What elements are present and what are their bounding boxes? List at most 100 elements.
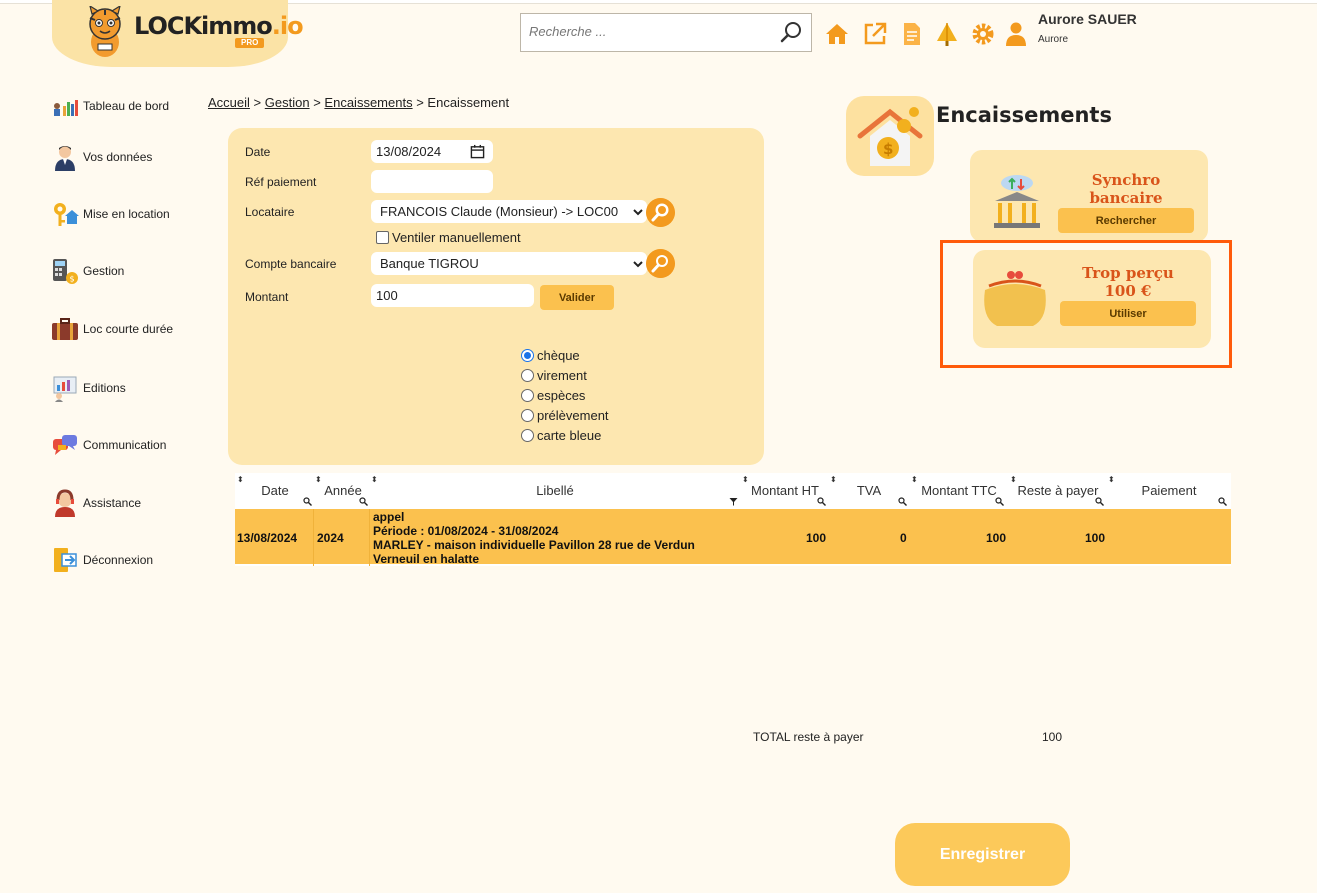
sidebar-item-label: Tableau de bord: [83, 99, 170, 113]
sort-icon[interactable]: ⬍: [830, 475, 837, 484]
montant-field[interactable]: 100: [371, 284, 534, 307]
table-row[interactable]: 13/08/2024 2024 appel Période : 01/08/20…: [235, 509, 1231, 566]
sidebar-item-label: Editions: [83, 381, 126, 395]
column-header-montant-ht[interactable]: Montant HT: [745, 483, 825, 498]
home-icon[interactable]: [824, 21, 850, 47]
user-firstname: Aurore: [1038, 34, 1069, 45]
calendar-icon[interactable]: [470, 144, 485, 159]
column-header-date[interactable]: Date: [255, 483, 295, 498]
user-name[interactable]: Aurore SAUER: [1038, 11, 1137, 27]
date-field[interactable]: 13/08/2024: [371, 140, 493, 163]
column-divider: [313, 509, 314, 566]
valider-button[interactable]: Valider: [540, 285, 614, 310]
radio-carte-bleue[interactable]: [521, 429, 534, 442]
page-title: Encaissements: [936, 103, 1112, 127]
synchro-bancaire-title: Synchro bancaire: [1080, 171, 1172, 207]
document-icon[interactable]: [899, 21, 925, 47]
ventiler-label: Ventiler manuellement: [392, 230, 521, 245]
payment-option-prelevement[interactable]: prélèvement: [521, 408, 609, 423]
payment-option-virement[interactable]: virement: [521, 368, 587, 383]
sidebar-item-loc-courte-duree[interactable]: Loc courte durée: [51, 315, 173, 343]
chat-icon: [53, 435, 77, 455]
rechercher-button[interactable]: Rechercher: [1058, 208, 1194, 233]
filter-search-icon[interactable]: [817, 497, 826, 506]
logout-icon: [54, 548, 77, 572]
cell-montant-ttc: 100: [986, 531, 1007, 545]
sidebar-item-deconnexion[interactable]: Déconnexion: [51, 546, 153, 574]
filter-search-icon[interactable]: [1095, 497, 1104, 506]
montant-label: Montant: [245, 290, 289, 304]
libelle-line: Période : 01/08/2024 - 31/08/2024: [373, 524, 559, 538]
search-input[interactable]: [529, 24, 769, 39]
support-icon: [55, 489, 75, 517]
radio-especes[interactable]: [521, 389, 534, 402]
sidebar-item-assistance[interactable]: Assistance: [51, 489, 141, 517]
ref-paiement-label: Réf paiement: [245, 175, 317, 189]
ventiler-checkbox[interactable]: [376, 231, 389, 244]
column-header-paiement[interactable]: Paiement: [1131, 483, 1207, 498]
sidebar-item-label: Gestion: [83, 264, 125, 278]
sidebar-item-communication[interactable]: Communication: [51, 431, 166, 459]
suitcase-icon: [52, 318, 78, 340]
chevron-down-icon: [633, 261, 643, 268]
sidebar-item-mise-en-location[interactable]: Mise en location: [51, 200, 170, 228]
breadcrumb-gestion[interactable]: Gestion: [265, 95, 310, 110]
ventiler-manuellement[interactable]: Ventiler manuellement: [376, 230, 521, 245]
cell-date: 13/08/2024: [237, 531, 298, 545]
payment-option-carte-bleue[interactable]: carte bleue: [521, 428, 601, 443]
filter-search-icon[interactable]: [303, 497, 312, 506]
sidebar-item-vos-donnees[interactable]: Vos données: [51, 143, 152, 171]
enregistrer-button[interactable]: Enregistrer: [895, 823, 1070, 886]
tree-icon[interactable]: [934, 21, 960, 47]
compte-bancaire-select[interactable]: Banque TIGROU: [371, 252, 647, 275]
radio-prelevement[interactable]: [521, 409, 534, 422]
filter-search-icon[interactable]: [1218, 497, 1227, 506]
sort-icon[interactable]: ⬍: [1108, 475, 1115, 484]
sidebar-item-editions[interactable]: Editions: [51, 374, 126, 402]
filter-search-icon[interactable]: [359, 497, 368, 506]
sidebar-item-gestion[interactable]: $ Gestion: [51, 257, 124, 285]
filter-search-icon[interactable]: [995, 497, 1004, 506]
breadcrumb-separator: >: [313, 95, 321, 110]
libelle-line: MARLEY - maison individuelle Pavillon 28…: [373, 538, 695, 552]
synchro-title-line2: bancaire: [1089, 189, 1163, 207]
sort-icon[interactable]: ⬍: [371, 475, 378, 484]
filter-active-icon[interactable]: [729, 497, 738, 506]
column-header-annee[interactable]: Année: [321, 483, 365, 498]
payment-option-especes[interactable]: espèces: [521, 388, 585, 403]
user-icon[interactable]: [1003, 21, 1029, 47]
compte-search-icon[interactable]: [646, 249, 675, 278]
breadcrumb-encaissements[interactable]: Encaissements: [324, 95, 412, 110]
sidebar-item-label: Communication: [83, 438, 167, 452]
svg-text:$: $: [883, 140, 893, 158]
column-header-montant-ttc[interactable]: Montant TTC: [915, 483, 1003, 498]
payment-option-label: espèces: [537, 388, 586, 403]
ref-paiement-field[interactable]: [371, 170, 493, 193]
radio-virement[interactable]: [521, 369, 534, 382]
breadcrumb-separator: >: [416, 95, 424, 110]
external-link-icon[interactable]: [862, 21, 888, 47]
radio-cheque[interactable]: [521, 349, 534, 362]
payment-option-cheque[interactable]: chèque: [521, 348, 580, 363]
search-box: [520, 13, 812, 52]
sidebar-item-label: Loc courte durée: [83, 322, 174, 336]
libelle-line: appel: [373, 510, 405, 524]
sidebar-item-tableau-de-bord[interactable]: Tableau de bord: [51, 92, 169, 120]
column-header-libelle[interactable]: Libellé: [515, 483, 595, 498]
encaissements-icon-box: $: [846, 96, 934, 176]
column-header-tva[interactable]: TVA: [847, 483, 891, 498]
column-header-reste[interactable]: Reste à payer: [1011, 483, 1105, 498]
breadcrumb-accueil[interactable]: Accueil: [208, 95, 250, 110]
filter-search-icon[interactable]: [898, 497, 907, 506]
cell-reste: 100: [1085, 531, 1106, 545]
locataire-search-icon[interactable]: [646, 198, 675, 227]
sort-icon[interactable]: ⬍: [237, 475, 244, 484]
libelle-line: Verneuil en halatte: [373, 552, 480, 566]
sidebar-item-label: Vos données: [83, 150, 153, 164]
cell-annee: 2024: [317, 531, 344, 545]
person-icon: [55, 146, 75, 171]
locataire-select[interactable]: FRANCOIS Claude (Monsieur) -> LOC00: [371, 200, 647, 223]
locataire-value: FRANCOIS Claude (Monsieur) -> LOC00: [380, 204, 619, 219]
gear-icon[interactable]: [970, 21, 996, 47]
search-icon[interactable]: [779, 21, 803, 45]
